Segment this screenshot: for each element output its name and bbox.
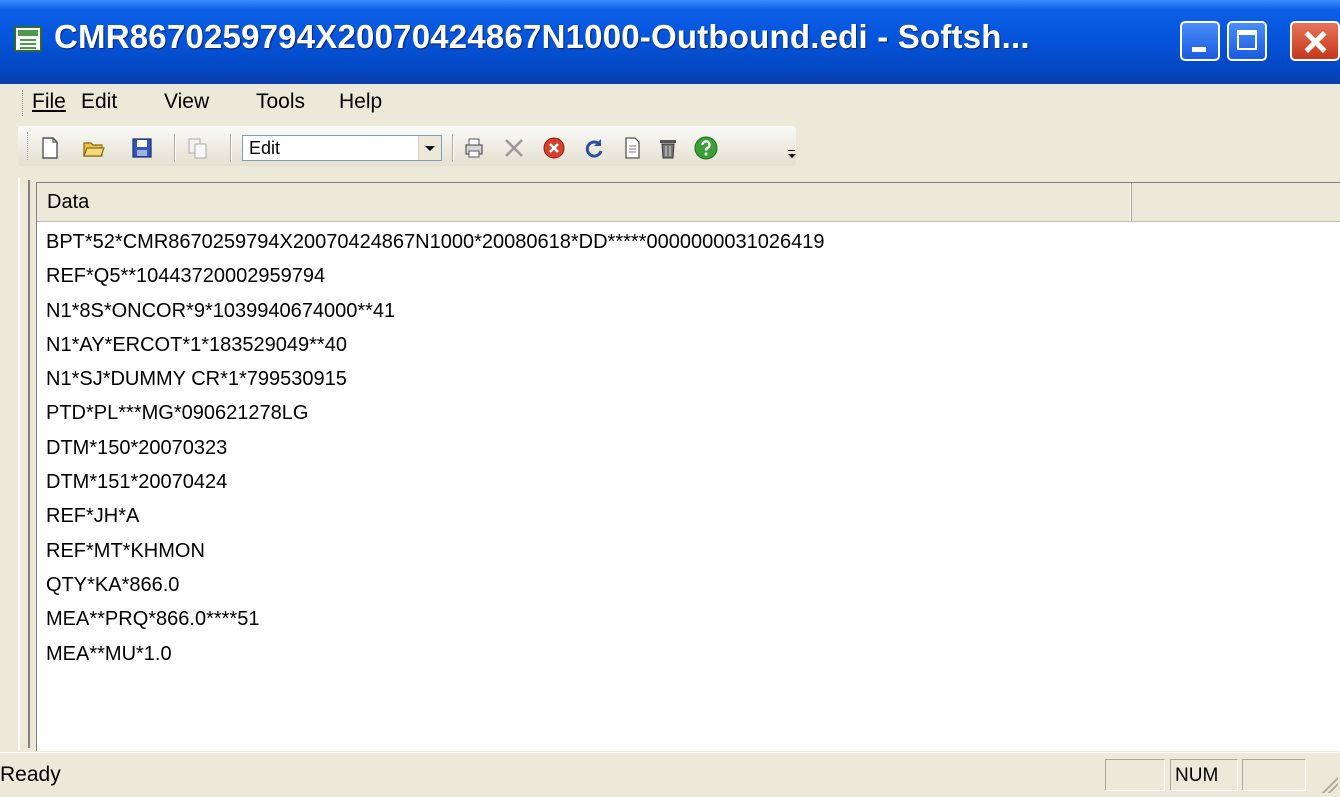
menu-view-label: View <box>164 90 210 113</box>
cancel-icon[interactable] <box>542 136 566 160</box>
status-pane-num: NUM <box>1170 759 1238 791</box>
list-item[interactable]: DTM*151*20070424 <box>46 465 824 499</box>
list-item[interactable]: N1*8S*ONCOR*9*1039940674000**41 <box>46 294 824 328</box>
toolbar-overflow-chevron-icon[interactable] <box>788 150 796 160</box>
status-pane-scroll <box>1242 759 1306 791</box>
maximize-button[interactable] <box>1227 21 1267 61</box>
status-bar: Ready NUM <box>0 752 1340 797</box>
column-header-data[interactable]: Data <box>37 183 1131 221</box>
menu-tools[interactable]: Tools <box>252 88 309 116</box>
save-icon[interactable] <box>130 136 154 160</box>
column-header-label: Data <box>47 191 90 213</box>
print-icon[interactable] <box>462 136 486 160</box>
chevron-down-icon[interactable] <box>418 136 441 160</box>
menu-file[interactable]: File <box>28 88 70 116</box>
menu-help-label: Help <box>339 90 383 113</box>
minimize-button[interactable] <box>1180 21 1220 61</box>
list-item[interactable]: MEA**PRQ*866.0****51 <box>46 602 824 636</box>
mode-select-value: Edit <box>249 138 281 158</box>
edi-segment-list: BPT*52*CMR8670259794X20070424867N1000*20… <box>46 225 824 671</box>
app-icon[interactable] <box>14 26 42 52</box>
list-item[interactable]: QTY*KA*866.0 <box>46 568 824 602</box>
toolbar-separator <box>452 134 454 162</box>
menu-file-label: File <box>32 90 66 113</box>
list-item[interactable]: N1*AY*ERCOT*1*183529049**40 <box>46 328 824 362</box>
toolbar: Edit <box>0 122 1340 172</box>
list-item[interactable]: DTM*150*20070323 <box>46 431 824 465</box>
toolbar-separator <box>174 134 176 162</box>
trash-icon[interactable] <box>656 136 680 160</box>
resize-grip-icon[interactable] <box>1320 775 1338 793</box>
menu-edit[interactable]: Edit <box>77 88 121 116</box>
menu-view[interactable]: View <box>160 88 213 116</box>
list-item[interactable]: MEA**MU*1.0 <box>46 637 824 671</box>
list-item[interactable]: REF*MT*KHMON <box>46 534 824 568</box>
open-folder-icon[interactable] <box>82 136 106 160</box>
menu-tools-label: Tools <box>256 90 306 113</box>
list-item[interactable]: REF*Q5**10443720002959794 <box>46 259 824 293</box>
list-item[interactable]: N1*SJ*DUMMY CR*1*799530915 <box>46 362 824 396</box>
status-pane-caps <box>1105 759 1165 791</box>
menu-bar: File Edit View Tools Help <box>0 84 1340 122</box>
status-text: Ready <box>0 763 61 786</box>
list-item[interactable]: PTD*PL***MG*090621278LG <box>46 396 824 430</box>
edi-list-view[interactable]: Data BPT*52*CMR8670259794X20070424867N10… <box>36 182 1340 751</box>
menu-help[interactable]: Help <box>335 88 386 116</box>
refresh-icon[interactable] <box>582 136 606 160</box>
toolbar-separator <box>230 134 232 162</box>
copy-icon[interactable] <box>186 136 210 160</box>
new-file-icon[interactable] <box>38 136 62 160</box>
num-lock-indicator: NUM <box>1175 765 1219 786</box>
window-title: CMR8670259794X20070424867N1000-Outbound.… <box>54 18 1030 55</box>
list-item[interactable]: BPT*52*CMR8670259794X20070424867N1000*20… <box>46 225 824 259</box>
list-header: Data <box>37 183 1340 222</box>
help-icon[interactable] <box>694 136 718 160</box>
title-bar[interactable]: CMR8670259794X20070424867N1000-Outbound.… <box>0 0 1340 84</box>
delete-x-icon[interactable] <box>502 136 526 160</box>
mode-select[interactable]: Edit <box>242 135 442 161</box>
toolbar-grip[interactable] <box>27 132 32 160</box>
list-item[interactable]: REF*JH*A <box>46 499 824 533</box>
document-icon[interactable] <box>620 136 644 160</box>
menu-edit-label: Edit <box>81 90 118 113</box>
menubar-grip[interactable] <box>22 90 27 116</box>
close-button[interactable] <box>1290 21 1340 61</box>
